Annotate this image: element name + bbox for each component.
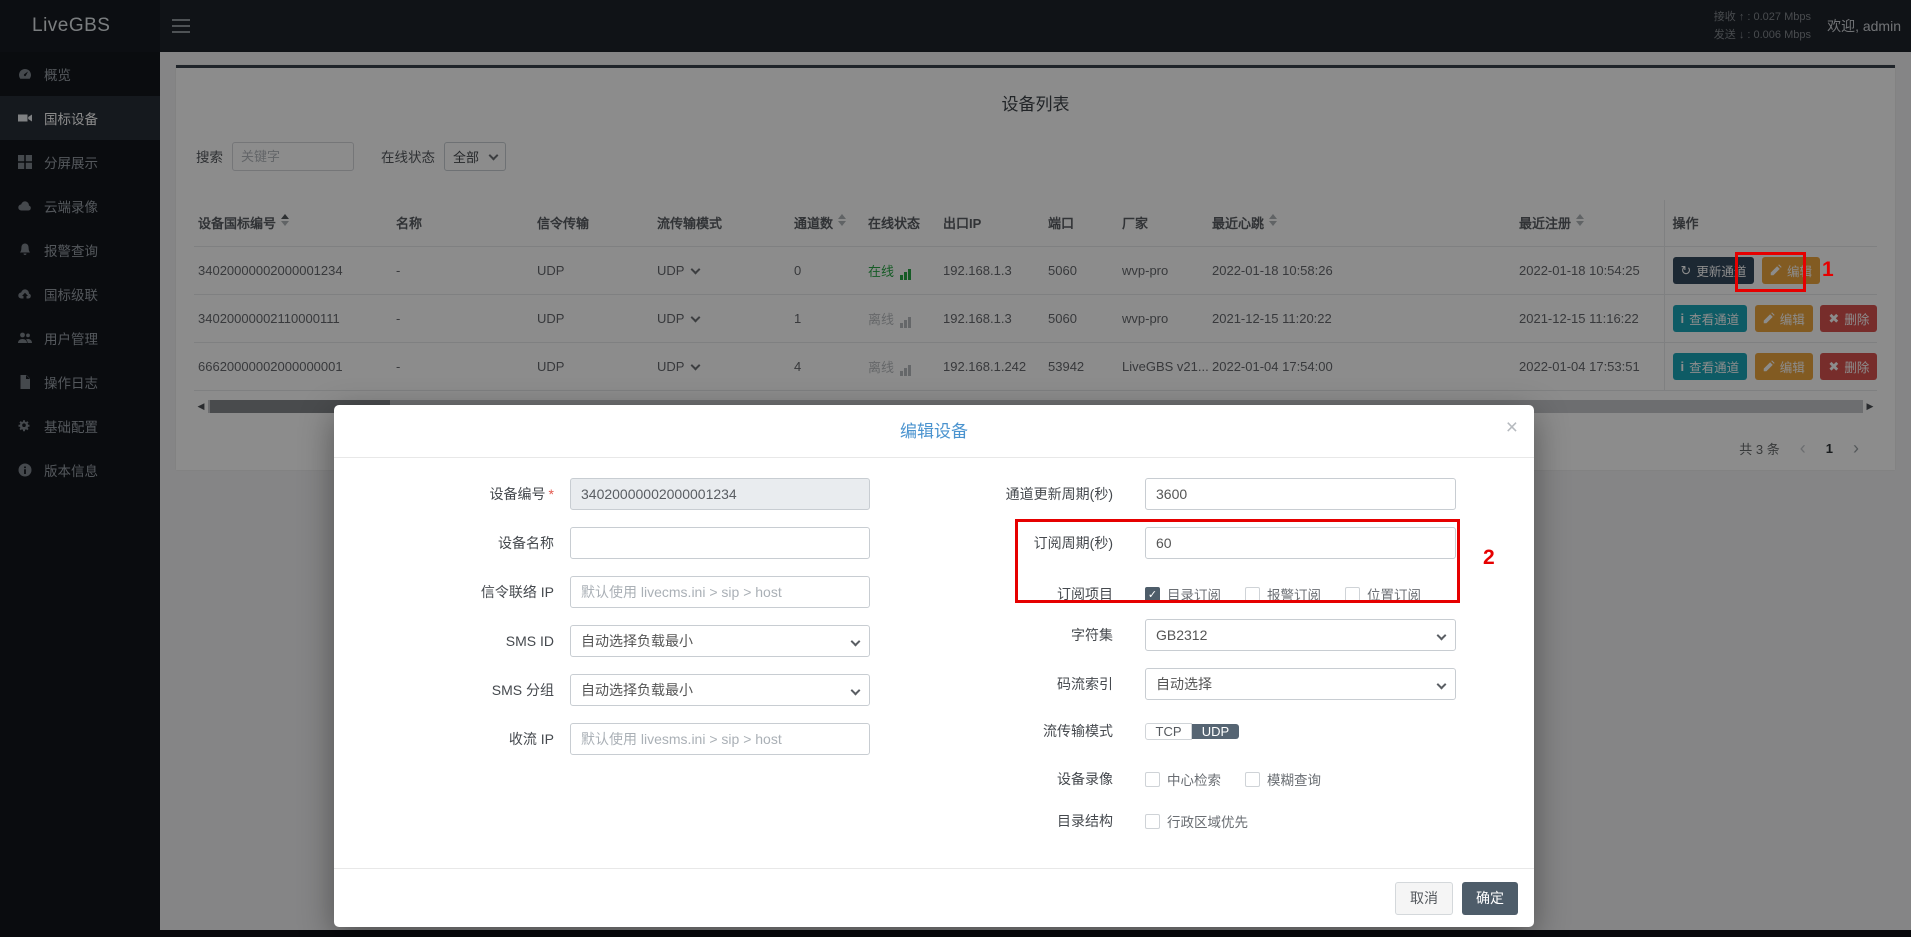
modal-title: 编辑设备 <box>334 405 1534 458</box>
modal-footer: 取消 确定 <box>334 868 1534 927</box>
recv-ip-field[interactable] <box>570 723 870 755</box>
checkbox-icon <box>1145 814 1160 829</box>
sms-id-select[interactable]: 自动选择负载最小 <box>570 625 870 657</box>
fuzzy-query-checkbox[interactable]: 模糊查询 <box>1245 769 1321 789</box>
checkbox-icon <box>1245 772 1260 787</box>
stream-index-select[interactable]: 自动选择 <box>1145 668 1456 700</box>
device-record-label: 设备录像 <box>893 763 1113 795</box>
device-name-label: 设备名称 <box>334 527 554 559</box>
annotation-box-2 <box>1015 519 1460 603</box>
cancel-button[interactable]: 取消 <box>1395 882 1453 915</box>
modal-header: 编辑设备 × <box>334 405 1534 458</box>
app-window: LiveGBS 接收 ↑ : 0.027 Mbps 发送 ↓ : 0.006 M… <box>0 0 1911 937</box>
sms-id-label: SMS ID <box>334 625 554 657</box>
stream-index-label: 码流索引 <box>893 668 1113 700</box>
charset-label: 字符集 <box>893 619 1113 651</box>
device-id-label: 设备编号* <box>334 478 554 510</box>
channel-refresh-field[interactable] <box>1145 478 1456 510</box>
signal-ip-field[interactable] <box>570 576 870 608</box>
center-search-checkbox[interactable]: 中心检索 <box>1145 769 1221 789</box>
udp-toggle[interactable]: UDP <box>1192 724 1239 739</box>
charset-select[interactable]: GB2312 <box>1145 619 1456 651</box>
recv-ip-label: 收流 IP <box>334 723 554 755</box>
close-icon[interactable]: × <box>1506 417 1518 438</box>
device-id-field <box>570 478 870 510</box>
annotation-step-2: 2 <box>1483 546 1495 570</box>
tcp-toggle[interactable]: TCP <box>1145 723 1192 740</box>
annotation-step-1: 1 <box>1822 258 1834 282</box>
stream-mode-label: 流传输模式 <box>893 715 1113 747</box>
signal-ip-label: 信令联络 IP <box>334 576 554 608</box>
channel-refresh-label: 通道更新周期(秒) <box>893 478 1113 510</box>
sms-group-label: SMS 分组 <box>334 674 554 706</box>
sms-group-select[interactable]: 自动选择负载最小 <box>570 674 870 706</box>
chevron-down-icon <box>851 685 861 695</box>
chevron-down-icon <box>1437 630 1447 640</box>
annotation-box-1 <box>1735 252 1806 292</box>
checkbox-icon <box>1145 772 1160 787</box>
catalog-structure-label: 目录结构 <box>893 805 1113 837</box>
admin-region-checkbox[interactable]: 行政区域优先 <box>1145 811 1248 831</box>
chevron-down-icon <box>1437 679 1447 689</box>
required-mark: * <box>549 486 554 502</box>
device-name-field[interactable] <box>570 527 870 559</box>
chevron-down-icon <box>851 636 861 646</box>
edit-device-modal: 编辑设备 × 设备编号* 设备名称 信令联络 IP SMS ID 自动选择负载最… <box>334 405 1534 927</box>
confirm-button[interactable]: 确定 <box>1462 882 1518 915</box>
